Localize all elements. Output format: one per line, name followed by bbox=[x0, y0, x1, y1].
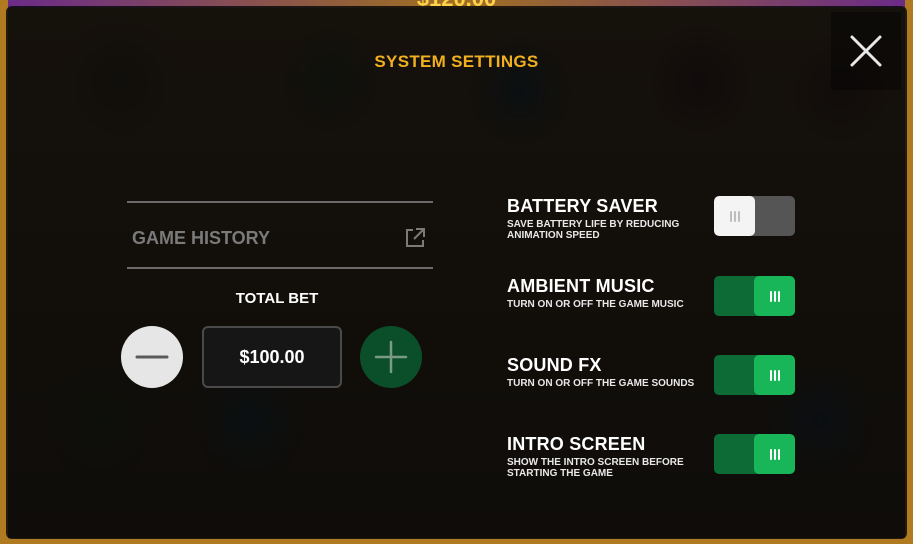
grip-mark bbox=[773, 290, 776, 302]
external-link-icon bbox=[406, 228, 425, 247]
grip-mark bbox=[769, 369, 772, 381]
grip-mark bbox=[777, 448, 780, 460]
setting-title: INTRO SCREEN bbox=[507, 434, 646, 454]
plus-icon bbox=[374, 340, 408, 374]
divider-bottom bbox=[127, 267, 433, 269]
grip-mark bbox=[769, 448, 772, 460]
toggle-knob bbox=[754, 434, 795, 474]
game-history-label: GAME HISTORY bbox=[132, 227, 271, 248]
increase-bet-button[interactable] bbox=[360, 326, 422, 388]
setting-intro-screen: INTRO SCREEN SHOW THE INTRO SCREEN BEFOR… bbox=[507, 434, 807, 486]
setting-description: SAVE BATTERY LIFE BY REDUCING ANIMATION … bbox=[507, 219, 680, 241]
toggle-knob bbox=[754, 276, 795, 316]
grip-mark bbox=[773, 369, 776, 381]
dialog-title: SYSTEM SETTINGS bbox=[374, 52, 539, 71]
grip-mark bbox=[737, 210, 740, 222]
setting-description: TURN ON OR OFF THE GAME SOUNDS bbox=[507, 378, 695, 389]
toggle-knob bbox=[754, 355, 795, 395]
divider-top bbox=[127, 201, 433, 203]
setting-description: SHOW THE INTRO SCREEN BEFORE STARTING TH… bbox=[507, 457, 684, 479]
setting-title: SOUND FX bbox=[507, 355, 602, 375]
close-icon bbox=[850, 35, 882, 67]
game-history-button[interactable]: GAME HISTORY bbox=[127, 206, 433, 270]
ambient-music-toggle[interactable] bbox=[714, 276, 795, 316]
grip-mark bbox=[769, 290, 772, 302]
battery-saver-toggle[interactable] bbox=[714, 196, 795, 236]
minus-icon bbox=[135, 355, 169, 359]
grip-mark bbox=[777, 290, 780, 302]
grip-mark bbox=[773, 448, 776, 460]
intro-screen-toggle[interactable] bbox=[714, 434, 795, 474]
total-bet-label: TOTAL BET bbox=[235, 290, 319, 307]
close-button[interactable] bbox=[831, 12, 901, 90]
grip-mark bbox=[777, 369, 780, 381]
setting-ambient-music: AMBIENT MUSIC TURN ON OR OFF THE GAME MU… bbox=[507, 276, 807, 328]
toggle-knob bbox=[714, 196, 755, 236]
setting-title: BATTERY SAVER bbox=[507, 196, 658, 216]
settings-dialog: SYSTEM SETTINGS GAME HISTORY TOTAL BET $… bbox=[6, 6, 907, 539]
total-bet-value: $100.00 bbox=[202, 326, 342, 388]
setting-description: TURN ON OR OFF THE GAME MUSIC bbox=[507, 299, 684, 310]
sound-fx-toggle[interactable] bbox=[714, 355, 795, 395]
setting-title: AMBIENT MUSIC bbox=[507, 276, 655, 296]
setting-battery-saver: BATTERY SAVER SAVE BATTERY LIFE BY REDUC… bbox=[507, 196, 807, 248]
decrease-bet-button[interactable] bbox=[121, 326, 183, 388]
grip-mark bbox=[733, 210, 736, 222]
grip-mark bbox=[729, 210, 732, 222]
setting-sound-fx: SOUND FX TURN ON OR OFF THE GAME SOUNDS bbox=[507, 355, 807, 407]
